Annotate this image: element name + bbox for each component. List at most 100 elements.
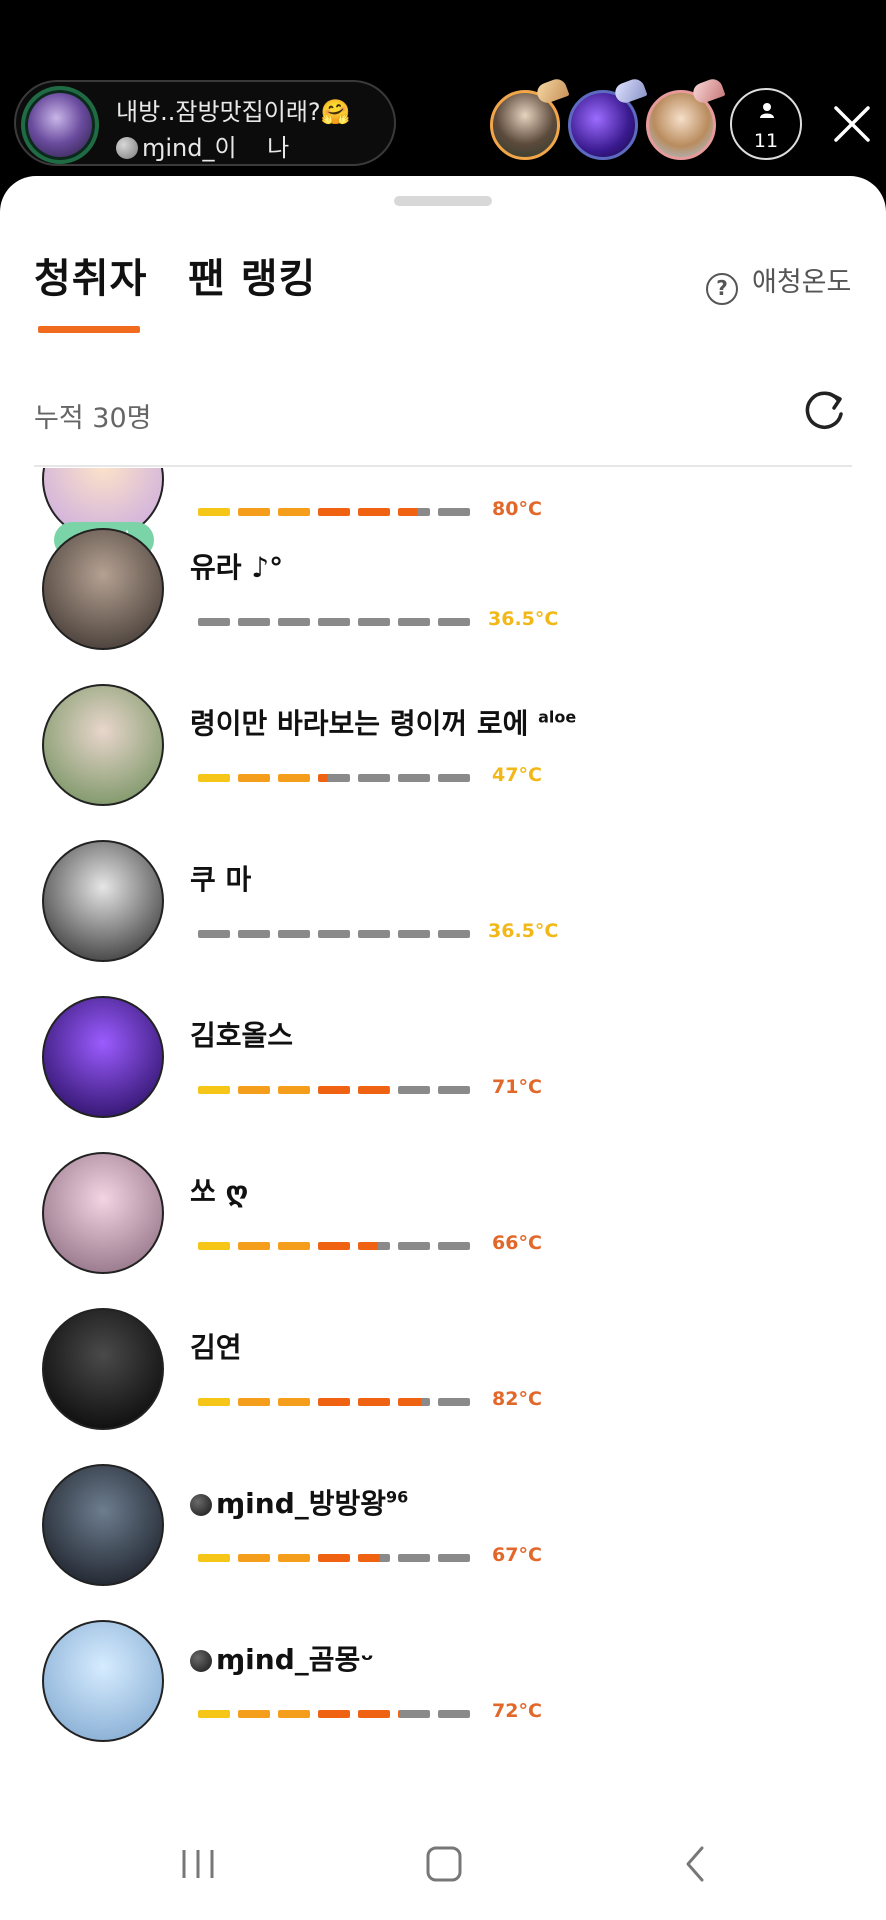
listener-name-sup: aloe: [538, 707, 577, 727]
listener-name-text: 쏘 ღ: [190, 1175, 249, 1208]
temperature-segment: [438, 1086, 470, 1094]
back-icon[interactable]: [676, 1844, 716, 1884]
temperature-segment: [438, 1554, 470, 1562]
listener-name-text: 령이만 바라보는 령이꺼 로에: [190, 707, 539, 740]
listener-name-text: ɱind_방방왕: [216, 1487, 387, 1520]
listener-avatar[interactable]: [42, 1464, 164, 1586]
top-viewer-avatar[interactable]: [490, 76, 570, 160]
room-info-pill[interactable]: 내방..잠방맛집이래?🤗 ɱind_이 나: [14, 80, 396, 166]
temperature-segment: [438, 774, 470, 782]
temperature-segment: [358, 774, 390, 782]
temperature-segment: [318, 1554, 350, 1562]
temperature-segment: [238, 618, 270, 626]
listener-list[interactable]: 매니저80°C유라 ♪°36.5°C령이만 바라보는 령이꺼 로에 aloe47…: [0, 468, 886, 1783]
temperature-value: 72°C: [492, 1700, 542, 1722]
temperature-value: 47°C: [492, 764, 542, 786]
listener-name: 쿠 마: [190, 858, 251, 898]
room-title: 내방..잠방맛집이래?🤗: [116, 98, 351, 126]
temperature-segment: [358, 1242, 390, 1250]
listener-avatar[interactable]: [42, 1152, 164, 1274]
temperature-segment: [358, 1398, 390, 1406]
listener-avatar[interactable]: [42, 528, 164, 650]
cumulative-count: 누적 30명: [34, 403, 152, 434]
temperature-segment: [278, 618, 310, 626]
help-label: 애청온도: [752, 267, 852, 298]
listener-row[interactable]: ɱind_곰몽ᵕ 72°C: [0, 1620, 886, 1776]
listener-row[interactable]: 쿠 마 36.5°C: [0, 840, 886, 996]
member-dot-icon: [190, 1650, 212, 1672]
temperature-value: 36.5°C: [488, 920, 559, 942]
person-icon: [760, 103, 774, 118]
listener-name: 유라 ♪°: [190, 546, 283, 586]
temperature-segment: [198, 1398, 230, 1406]
room-avatar[interactable]: [21, 86, 99, 164]
temperature-value: 66°C: [492, 1232, 542, 1254]
temperature-segment: [438, 930, 470, 938]
temperature-segment: [398, 1554, 430, 1562]
room-host: ɱind_이 나: [116, 128, 289, 163]
temperature-segment: [318, 508, 350, 516]
top-viewer-avatar[interactable]: [568, 76, 648, 160]
listener-name: 쏘 ღ: [190, 1170, 248, 1210]
refresh-icon[interactable]: [800, 386, 848, 434]
temperature-segment: [198, 508, 230, 516]
temperature-segment: [238, 1554, 270, 1562]
listener-avatar[interactable]: [42, 684, 164, 806]
temperature-segment: [438, 1398, 470, 1406]
temperature-segment: [238, 1242, 270, 1250]
listener-row[interactable]: 령이만 바라보는 령이꺼 로에 aloe 47°C: [0, 684, 886, 840]
listener-name: 령이만 바라보는 령이꺼 로에 aloe: [190, 702, 576, 742]
temperature-segment: [398, 1242, 430, 1250]
tab-fan-ranking[interactable]: 팬 랭킹: [188, 246, 316, 304]
listener-row[interactable]: 김호올스 71°C: [0, 996, 886, 1152]
host-name: ɱind_이: [142, 134, 237, 162]
temperature-segment: [278, 1398, 310, 1406]
listener-avatar[interactable]: [42, 1308, 164, 1430]
home-icon[interactable]: [424, 1844, 464, 1884]
temperature-segment: [238, 774, 270, 782]
recent-apps-icon[interactable]: [178, 1844, 218, 1884]
wing-badge-icon: [612, 76, 648, 106]
temperature-segment: [198, 618, 230, 626]
temperature-segment: [358, 930, 390, 938]
listener-avatar[interactable]: [42, 996, 164, 1118]
temperature-segment: [238, 508, 270, 516]
close-icon[interactable]: [830, 102, 874, 146]
temperature-segment: [398, 1398, 430, 1406]
temperature-segment: [198, 774, 230, 782]
temperature-segment: [238, 1086, 270, 1094]
listener-name-text: 김연: [190, 1331, 242, 1364]
listener-avatar[interactable]: [42, 1620, 164, 1742]
listener-row[interactable]: 쏘 ღ 66°C: [0, 1152, 886, 1308]
listener-row[interactable]: 유라 ♪° 36.5°C: [0, 528, 886, 684]
temperature-segment: [438, 1710, 470, 1718]
temperature-segment: [358, 1710, 390, 1718]
listener-name: 김호올스: [190, 1014, 293, 1054]
sheet-drag-handle[interactable]: [394, 196, 492, 206]
temperature-segment: [318, 774, 350, 782]
divider: [34, 465, 852, 467]
active-tab-indicator: [38, 326, 140, 333]
listener-row[interactable]: ɱind_방방왕96 67°C: [0, 1464, 886, 1620]
temperature-segment: [398, 774, 430, 782]
listener-row[interactable]: 김연 82°C: [0, 1308, 886, 1464]
temperature-segment: [318, 930, 350, 938]
temperature-value: 71°C: [492, 1076, 542, 1098]
temperature-value: 36.5°C: [488, 608, 559, 630]
temperature-segment: [318, 1398, 350, 1406]
viewer-count-button[interactable]: 11: [730, 88, 802, 160]
top-viewer-avatar[interactable]: [646, 76, 726, 160]
listener-name-text: ɱind_곰몽ᵕ: [216, 1643, 374, 1676]
system-nav-bar: [0, 1800, 886, 1920]
listener-avatar[interactable]: [42, 840, 164, 962]
affection-temperature-help[interactable]: ? 애청온도: [706, 260, 851, 305]
temperature-segment: [278, 508, 310, 516]
viewer-count: 11: [753, 130, 779, 152]
temperature-segment: [238, 1710, 270, 1718]
temperature-segment: [238, 930, 270, 938]
host-role: 나: [267, 134, 290, 162]
temperature-segment: [358, 618, 390, 626]
temperature-segment: [358, 508, 390, 516]
tab-listeners[interactable]: 청취자: [34, 246, 147, 304]
temperature-segment: [198, 1710, 230, 1718]
